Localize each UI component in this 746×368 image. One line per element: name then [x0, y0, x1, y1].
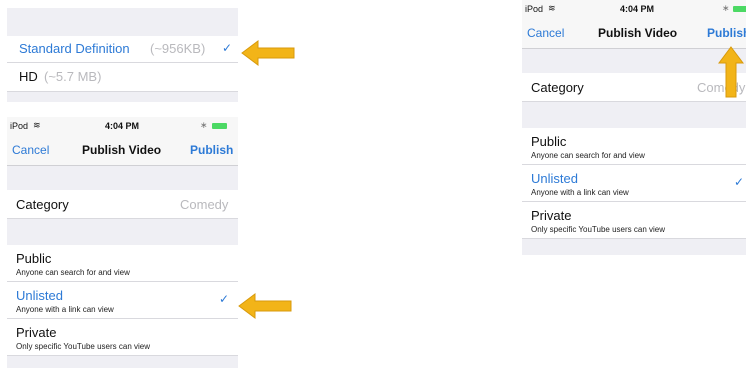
privacy-option-unlisted[interactable]: Unlisted Anyone with a link can view ✓ — [7, 282, 238, 319]
wifi-icon: ≋ — [33, 120, 41, 130]
quality-panel-top-gap — [7, 8, 238, 36]
privacy-option-public[interactable]: Public Anyone can search for and view — [7, 245, 238, 282]
group-gap — [522, 239, 746, 255]
category-row[interactable]: Category Comedy — [7, 190, 238, 219]
privacy-option-title: Public — [531, 134, 567, 149]
privacy-option-subtitle: Anyone can search for and view — [531, 151, 645, 160]
wifi-icon: ≋ — [548, 3, 556, 13]
quality-option-label: Standard Definition — [19, 41, 130, 56]
privacy-option-title: Private — [16, 325, 57, 340]
status-bar: iPod ≋ 4:04 PM ∗ — [7, 117, 238, 135]
battery-icon — [212, 123, 227, 129]
privacy-option-title: Private — [531, 208, 572, 223]
category-value: Comedy — [180, 197, 229, 212]
privacy-option-subtitle: Anyone can search for and view — [16, 268, 130, 277]
status-bar: iPod ≋ 4:04 PM ∗ — [522, 0, 746, 18]
privacy-option-subtitle: Anyone with a link can view — [16, 305, 114, 314]
group-gap — [522, 102, 746, 128]
page-title: Publish Video — [598, 26, 678, 40]
arrow-left-icon — [241, 40, 295, 66]
arrow-up-icon — [718, 46, 744, 98]
privacy-option-title: Unlisted — [16, 288, 63, 303]
privacy-option-subtitle: Anyone with a link can view — [531, 188, 629, 197]
quality-option-size: (~956KB) — [150, 41, 206, 56]
group-gap — [7, 166, 238, 190]
cancel-button[interactable]: Cancel — [12, 143, 49, 157]
category-label: Category — [16, 197, 69, 212]
quality-option-label: HD — [19, 69, 38, 84]
quality-panel-bottom-gap — [7, 92, 238, 102]
status-time: 4:04 PM — [620, 4, 655, 14]
nav-bar: Cancel Publish Video Publish — [522, 18, 746, 49]
category-label: Category — [531, 80, 584, 95]
privacy-option-title: Public — [16, 251, 52, 266]
privacy-option-private[interactable]: Private Only specific YouTube users can … — [522, 202, 746, 239]
bluetooth-icon: ∗ — [722, 3, 730, 13]
bluetooth-icon: ∗ — [200, 120, 208, 130]
nav-bar: Cancel Publish Video Publish — [7, 135, 238, 166]
quality-option-size: (~5.7 MB) — [44, 69, 102, 84]
carrier-label: iPod — [10, 121, 29, 131]
category-row[interactable]: Category Comedy — [522, 73, 746, 102]
carrier-label: iPod — [525, 4, 544, 14]
checkmark-icon: ✓ — [219, 292, 230, 306]
checkmark-icon: ✓ — [734, 175, 745, 189]
privacy-option-subtitle: Only specific YouTube users can view — [531, 225, 665, 234]
quality-option-standard[interactable]: Standard Definition (~956KB) ✓ — [7, 36, 238, 63]
page-title: Publish Video — [82, 143, 162, 157]
arrow-left-icon — [238, 293, 292, 319]
group-gap — [522, 49, 746, 73]
privacy-option-title: Unlisted — [531, 171, 578, 186]
group-gap — [7, 219, 238, 245]
privacy-option-private[interactable]: Private Only specific YouTube users can … — [7, 319, 238, 356]
privacy-option-public[interactable]: Public Anyone can search for and view — [522, 128, 746, 165]
privacy-option-subtitle: Only specific YouTube users can view — [16, 342, 150, 351]
quality-option-hd[interactable]: HD (~5.7 MB) — [7, 63, 238, 92]
group-gap — [7, 356, 238, 368]
checkmark-icon: ✓ — [222, 41, 233, 55]
privacy-option-unlisted[interactable]: Unlisted Anyone with a link can view ✓ — [522, 165, 746, 202]
cancel-button[interactable]: Cancel — [527, 26, 564, 40]
publish-button[interactable]: Publish — [190, 143, 233, 157]
status-time: 4:04 PM — [105, 121, 140, 131]
battery-icon — [733, 6, 746, 12]
publish-button[interactable]: Publish — [707, 26, 746, 40]
